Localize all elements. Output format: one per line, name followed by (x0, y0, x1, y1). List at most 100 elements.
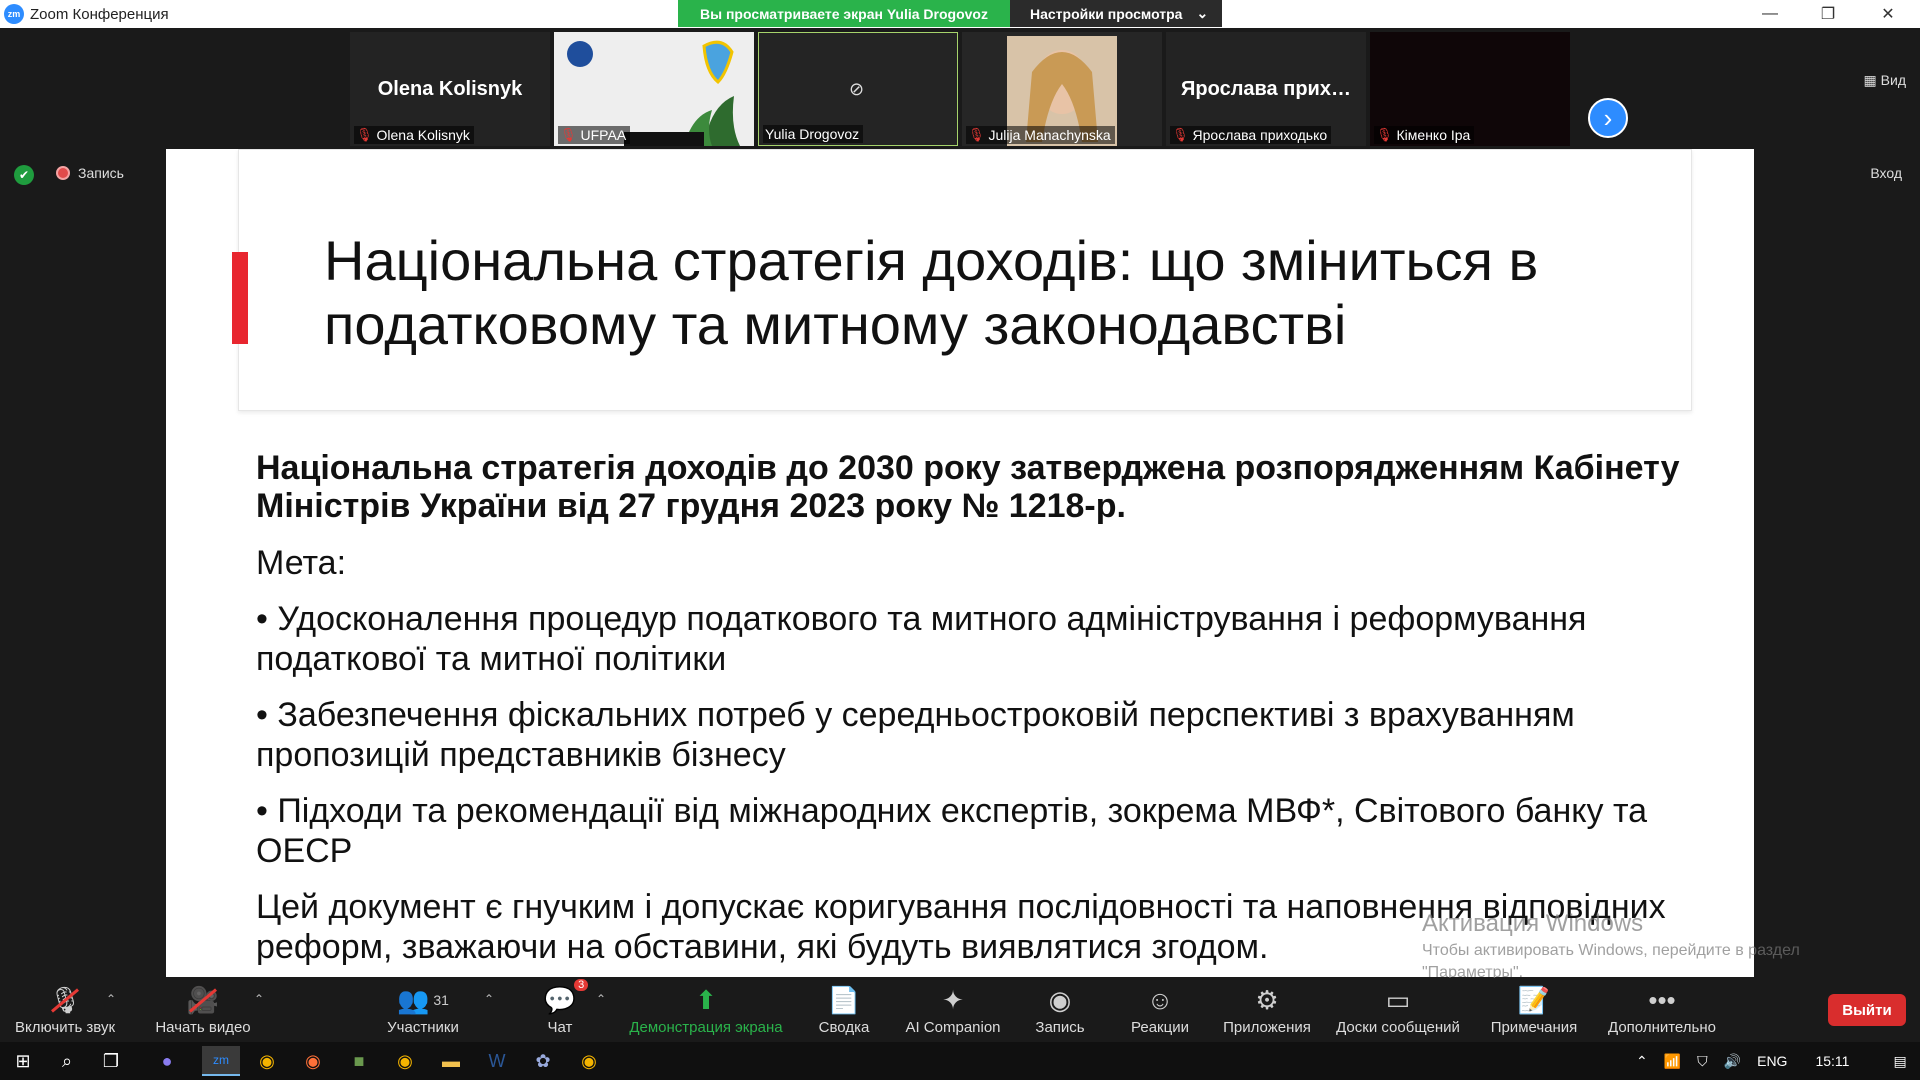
participants-button[interactable]: 👥 31 Участники (378, 978, 468, 1042)
mic-muted-icon: 🎙 (968, 127, 985, 142)
video-tile[interactable]: Olena Kolisnyk 🎙 Olena Kolisnyk (350, 32, 550, 146)
participants-options-caret[interactable]: ⌃ (484, 992, 494, 1006)
chrome-icon[interactable]: ◉ (570, 1046, 608, 1076)
minecraft-icon[interactable]: ■ (340, 1046, 378, 1076)
apps-label: Приложения (1223, 1019, 1311, 1036)
video-tile[interactable]: Ярослава прих… 🎙 Ярослава приходько (1166, 32, 1366, 146)
chat-button[interactable]: 💬 3 Чат (530, 978, 590, 1042)
minimize-button[interactable]: — (1742, 0, 1798, 28)
participant-gallery: Olena Kolisnyk 🎙 Olena Kolisnyk 🎙 UFPAA … (0, 28, 1920, 148)
slide-goal-label: Мета: (256, 544, 347, 582)
wifi-icon[interactable]: 📶 (1664, 1053, 1681, 1070)
summary-button[interactable]: 📄 Сводка (806, 978, 882, 1042)
participant-label: 🎙 Кіменко Іра (1374, 126, 1475, 144)
slide-accent-bar (232, 252, 248, 344)
participant-name: Кіменко Іра (1396, 127, 1471, 143)
chevron-up-icon[interactable]: ⌃ (1636, 1053, 1648, 1070)
security-shield-icon[interactable]: ✔ (14, 165, 34, 185)
viewing-screen-label: Вы просматриваете экран Yulia Drogovoz (678, 0, 1010, 27)
grid-icon: ▦ (1863, 72, 1877, 88)
zoom-taskbar-icon[interactable]: zm (202, 1046, 240, 1076)
record-icon: ◉ (1048, 984, 1072, 1015)
share-screen-button[interactable]: ⬆ Демонстрация экрана (622, 978, 790, 1042)
participant-label: 🎙 Olena Kolisnyk (354, 126, 474, 144)
audio-options-caret[interactable]: ⌃ (106, 992, 116, 1006)
window-title: Zoom Конференция (30, 5, 169, 23)
apps-button[interactable]: ⚙ Приложения (1218, 978, 1316, 1042)
restore-button[interactable]: ❐ (1800, 0, 1856, 28)
notification-center-icon[interactable]: ▤ (1893, 1053, 1906, 1070)
apps-icon: ⚙ (1255, 984, 1279, 1015)
mic-muted-icon: 🎙 (1172, 127, 1189, 142)
notes-label: Примечания (1490, 1019, 1578, 1036)
video-tile[interactable]: 🎙 UFPAA (554, 32, 754, 146)
word-icon[interactable]: W (478, 1046, 516, 1076)
start-video-button[interactable]: 🎥 Начать видео (148, 978, 258, 1042)
file-explorer-icon[interactable]: ▬ (432, 1046, 470, 1076)
record-button[interactable]: ◉ Запись (1024, 978, 1096, 1042)
more-label: Дополнительно (1608, 1019, 1716, 1036)
title-bar: zm Zoom Конференция Вы просматриваете эк… (0, 0, 1920, 28)
windows-taskbar: ⊞ ⌕ ❐ ● zm ◉ ◉ ■ ◉ ▬ W ✿ ◉ ⌃ 📶 ⛉ 🔊 ENG 1… (0, 1042, 1920, 1080)
unmute-button[interactable]: 🎙 Включить звук (10, 978, 120, 1042)
search-icon[interactable]: ⌕ (48, 1046, 86, 1076)
view-button[interactable]: ▦ Вид (1864, 72, 1906, 89)
participants-icon: 👥 31 (397, 984, 449, 1015)
slide-title: Національна стратегія доходів: що змінит… (324, 229, 1539, 356)
video-tile-active-speaker[interactable]: ⊘ Yulia Drogovoz (758, 32, 958, 146)
summary-icon: 📄 (827, 984, 861, 1015)
reaction-smiley-icon: ☺ (1146, 984, 1174, 1015)
reactions-button[interactable]: ☺ Реакции (1118, 978, 1202, 1042)
next-page-button[interactable]: › (1588, 98, 1628, 138)
language-indicator[interactable]: ENG (1757, 1053, 1787, 1069)
share-banner: Вы просматриваете экран Yulia Drogovoz Н… (678, 0, 1223, 27)
video-tile[interactable]: 🎙 Julija Manachynska (962, 32, 1162, 146)
whiteboards-button[interactable]: ▭ Доски сообщений (1324, 978, 1472, 1042)
enter-button[interactable]: Вход (1870, 165, 1902, 181)
record-dot-icon (56, 166, 70, 180)
leave-button[interactable]: Выйти (1828, 994, 1906, 1026)
mic-muted-icon: 🎙 (560, 127, 577, 142)
chat-options-caret[interactable]: ⌃ (596, 992, 606, 1006)
chrome-icon[interactable]: ◉ (248, 1046, 286, 1076)
task-view-icon[interactable]: ❐ (92, 1046, 130, 1076)
windows-start-icon[interactable]: ⊞ (4, 1046, 42, 1076)
participant-name: Julija Manachynska (988, 127, 1111, 143)
slide-body: Національна стратегія доходів до 2030 ро… (256, 449, 1696, 977)
start-video-label: Начать видео (155, 1019, 251, 1036)
zoom-logo-icon: zm (4, 4, 24, 24)
app-icon[interactable]: ✿ (524, 1046, 562, 1076)
shield-tray-icon[interactable]: ⛉ (1697, 1053, 1708, 1070)
camera-off-icon: 🎥 (187, 985, 219, 1015)
chat-label: Чат (547, 1019, 573, 1036)
watermark-line: Чтобы активировать Windows, перейдите в … (1422, 942, 1800, 959)
more-dots-icon: ••• (1648, 984, 1676, 1015)
ai-companion-label: AI Companion (905, 1019, 1001, 1036)
participant-big-name: Ярослава прих… (1181, 78, 1351, 100)
notes-button[interactable]: 📝 Примечания (1486, 978, 1582, 1042)
chrome-icon[interactable]: ◉ (386, 1046, 424, 1076)
app-icon[interactable]: ● (148, 1046, 186, 1076)
more-button[interactable]: ••• Дополнительно (1604, 978, 1720, 1042)
participant-name: Olena Kolisnyk (376, 127, 470, 143)
view-settings-button[interactable]: Настройки просмотра ⌄ (1009, 0, 1223, 27)
close-button[interactable]: ✕ (1860, 0, 1916, 28)
chat-icon: 💬 3 (544, 979, 589, 1015)
chevron-right-icon: › (1603, 102, 1613, 133)
participant-big-name: Olena Kolisnyk (377, 78, 523, 100)
system-tray: ⌃ 📶 ⛉ 🔊 ENG 15:11 ▤ (1636, 1042, 1907, 1080)
mic-muted-icon: 🎙 (356, 127, 373, 142)
reactions-label: Реакции (1131, 1019, 1189, 1036)
chat-badge: 3 (574, 979, 589, 991)
volume-icon[interactable]: 🔊 (1724, 1053, 1741, 1070)
clock[interactable]: 15:11 (1815, 1053, 1849, 1069)
meeting-toolbar: 🎙 Включить звук ⌃ 🎥 Начать видео ⌃ 👥31 У… (0, 978, 1920, 1042)
view-label: Вид (1880, 72, 1906, 88)
video-tile[interactable]: 🎙 Кіменко Іра (1370, 32, 1570, 146)
firefox-icon[interactable]: ◉ (294, 1046, 332, 1076)
participant-label: 🎙 UFPAA (558, 126, 631, 144)
ai-companion-button[interactable]: ✦ AI Companion (898, 978, 1008, 1042)
recording-indicator[interactable]: Запись (56, 165, 124, 181)
video-options-caret[interactable]: ⌃ (254, 992, 264, 1006)
chevron-down-icon: ⌄ (1196, 5, 1209, 21)
